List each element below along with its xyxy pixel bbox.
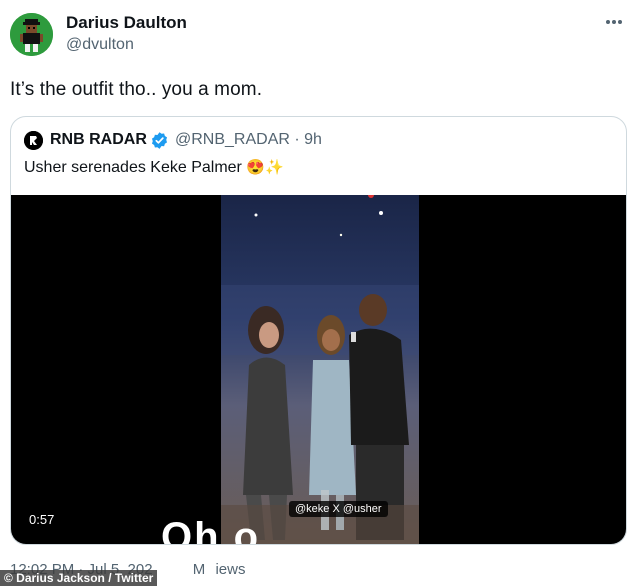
video-caption: @keke X @usher	[289, 501, 388, 517]
views-label: iews	[215, 561, 246, 578]
views-count: M	[192, 561, 206, 578]
more-horizontal-icon	[606, 20, 622, 24]
video-duration-badge: 0:57	[23, 510, 61, 529]
quoted-tweet-text: Usher serenades Keke Palmer 😍✨	[24, 158, 284, 177]
author-handle[interactable]: @dvulton	[66, 36, 134, 54]
video-subtitle: Oh o	[161, 515, 261, 545]
rnb-radar-logo-icon	[24, 131, 43, 150]
video-frame	[221, 195, 419, 544]
quoted-author-name[interactable]: RNB RADAR	[50, 131, 147, 149]
quoted-tweet-card[interactable]: RNB RADAR @RNB_RADAR · 9h Usher serenade…	[10, 116, 627, 545]
pixel-character-avatar-icon	[10, 13, 53, 56]
photo-credit: © Darius Jackson / Twitter	[0, 570, 158, 586]
video-player[interactable]: @keke X @usher 0:57 Oh o	[11, 195, 626, 545]
quoted-text-body: Usher serenades Keke Palmer	[24, 159, 242, 176]
verified-badge-icon	[150, 131, 169, 150]
tweet-text: It’s the outfit tho.. you a mom.	[10, 79, 263, 100]
avatar[interactable]	[10, 13, 53, 56]
author-display-name[interactable]: Darius Daulton	[66, 13, 187, 33]
concert-scene-image	[221, 195, 419, 544]
more-options-button[interactable]	[602, 12, 626, 32]
quoted-text-emoji: 😍✨	[246, 159, 284, 176]
quoted-author-meta[interactable]: @RNB_RADAR · 9h	[175, 131, 322, 149]
